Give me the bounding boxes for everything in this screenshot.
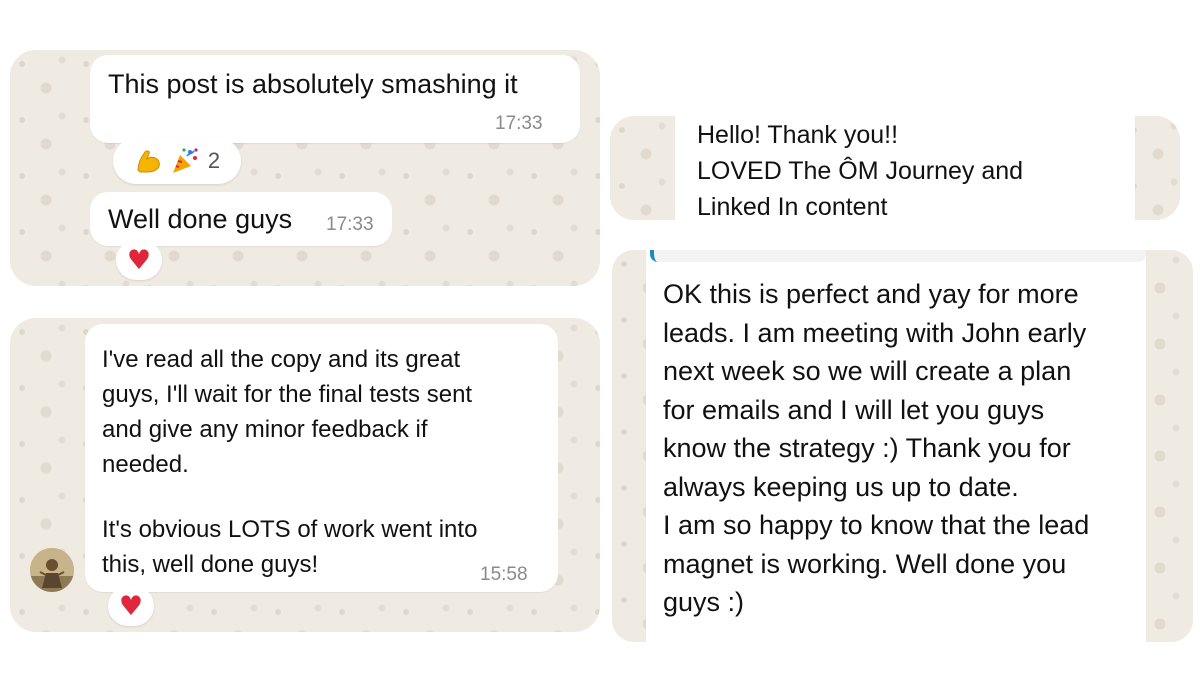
message-text: This post is absolutely smashing it [108, 69, 518, 99]
message-timestamp: 17:33 [495, 113, 543, 134]
message-bubble[interactable]: OK this is perfect and yay for more lead… [646, 250, 1146, 642]
profile-photo-icon [30, 548, 74, 592]
message-timestamp: 17:33 [326, 214, 374, 235]
reaction-pill[interactable]: 2 [113, 138, 241, 184]
reaction-pill[interactable]: ♥ [108, 586, 154, 626]
red-heart-icon: ♥ [126, 244, 152, 276]
red-heart-icon: ♥ [118, 590, 144, 622]
message-timestamp: 15:58 [480, 564, 528, 585]
flexed-biceps-icon [137, 150, 160, 173]
message-text-paragraph-2: It's obvious LOTS of work went into this… [102, 516, 478, 578]
testimonial-collage: This post is absolutely smashing it 17:3… [0, 0, 1200, 675]
reaction-pill[interactable]: ♥ [116, 240, 162, 280]
message-bubble[interactable]: Hello! Thank you!! LOVED The ÔM Journey … [675, 116, 1135, 220]
message-text: OK this is perfect and yay for more lead… [663, 279, 1090, 617]
reaction-count: 2 [207, 148, 221, 173]
message-text-paragraph-1: I've read all the copy and its great guy… [102, 346, 473, 478]
chat-panel-bottom-left: I've read all the copy and its great guy… [10, 318, 600, 632]
chat-panel-top-right: Hello! Thank you!! LOVED The ÔM Journey … [610, 116, 1180, 220]
message-bubble[interactable]: Well done guys 17:33 [90, 192, 392, 246]
message-text: Hello! Thank you!! LOVED The ÔM Journey … [697, 121, 1024, 220]
message-bubble[interactable]: This post is absolutely smashing it 17:3… [90, 55, 580, 143]
sender-avatar[interactable] [30, 548, 74, 592]
message-bubble[interactable]: I've read all the copy and its great guy… [85, 324, 558, 592]
chat-panel-top-left: This post is absolutely smashing it 17:3… [10, 50, 600, 286]
quoted-message-preview[interactable] [650, 250, 1146, 262]
party-popper-icon [172, 148, 198, 173]
message-text: Well done guys [108, 204, 293, 234]
chat-panel-bottom-right: OK this is perfect and yay for more lead… [612, 250, 1193, 642]
